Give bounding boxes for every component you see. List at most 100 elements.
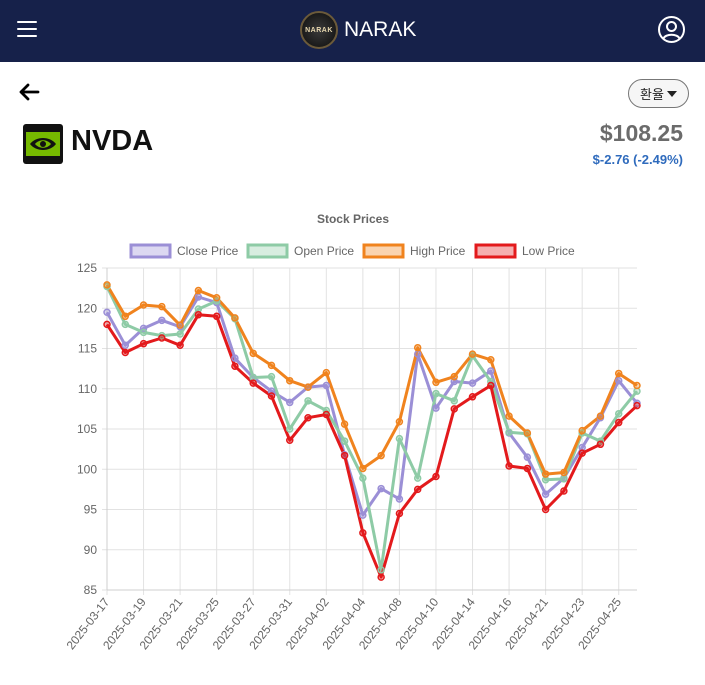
data-point[interactable]: [322, 410, 331, 419]
data-point[interactable]: [560, 487, 568, 495]
data-point[interactable]: [121, 320, 130, 329]
data-point[interactable]: [432, 472, 440, 481]
data-point[interactable]: [176, 321, 184, 329]
data-point[interactable]: [359, 511, 367, 519]
data-point[interactable]: [139, 328, 148, 337]
data-point[interactable]: [487, 367, 495, 375]
data-point[interactable]: [487, 356, 495, 364]
data-point[interactable]: [541, 505, 550, 514]
data-point[interactable]: [267, 372, 276, 381]
data-point[interactable]: [395, 509, 404, 518]
legend-swatch[interactable]: [246, 243, 289, 259]
legend-swatch[interactable]: [362, 243, 405, 259]
data-point[interactable]: [450, 397, 458, 405]
data-point[interactable]: [286, 398, 294, 407]
data-point[interactable]: [231, 354, 239, 362]
data-point[interactable]: [614, 418, 623, 427]
data-point[interactable]: [304, 397, 312, 405]
data-point[interactable]: [523, 464, 532, 473]
data-point[interactable]: [560, 468, 568, 477]
data-point[interactable]: [614, 409, 623, 418]
data-point[interactable]: [450, 405, 458, 413]
data-point[interactable]: [158, 302, 166, 311]
data-point[interactable]: [194, 310, 203, 319]
data-point[interactable]: [377, 573, 385, 581]
legend-label[interactable]: Low Price: [522, 244, 575, 258]
data-point[interactable]: [103, 320, 111, 329]
data-point[interactable]: [340, 451, 349, 460]
data-point[interactable]: [505, 462, 513, 470]
data-point[interactable]: [633, 381, 641, 390]
data-point[interactable]: [541, 490, 550, 498]
data-point[interactable]: [395, 495, 404, 503]
data-point[interactable]: [304, 413, 312, 422]
data-point[interactable]: [139, 301, 148, 309]
data-point[interactable]: [395, 434, 404, 443]
data-point[interactable]: [231, 314, 239, 322]
data-point[interactable]: [614, 369, 623, 378]
data-point[interactable]: [505, 412, 513, 420]
legend-swatch[interactable]: [474, 243, 517, 259]
data-point[interactable]: [121, 312, 130, 321]
data-point[interactable]: [286, 436, 294, 445]
data-point[interactable]: [505, 428, 513, 436]
data-point[interactable]: [432, 389, 440, 398]
data-point[interactable]: [121, 348, 130, 357]
data-point[interactable]: [286, 425, 294, 433]
data-point[interactable]: [322, 381, 331, 390]
data-point[interactable]: [121, 341, 130, 350]
data-point[interactable]: [359, 464, 367, 473]
data-point[interactable]: [468, 393, 477, 401]
user-circle-icon[interactable]: [657, 15, 686, 44]
data-point[interactable]: [176, 341, 184, 350]
data-point[interactable]: [322, 368, 331, 377]
data-point[interactable]: [194, 286, 203, 295]
legend-swatch[interactable]: [129, 243, 172, 259]
data-point[interactable]: [212, 312, 221, 321]
arrow-left-icon[interactable]: [17, 80, 41, 104]
data-point[interactable]: [596, 412, 605, 420]
data-point[interactable]: [249, 379, 257, 387]
data-point[interactable]: [523, 429, 532, 437]
data-point[interactable]: [359, 474, 367, 482]
data-point[interactable]: [578, 426, 586, 435]
data-point[interactable]: [450, 372, 458, 381]
data-point[interactable]: [176, 330, 184, 338]
data-point[interactable]: [377, 566, 385, 574]
data-point[interactable]: [267, 392, 276, 400]
data-point[interactable]: [340, 437, 349, 445]
data-point[interactable]: [267, 361, 276, 370]
data-point[interactable]: [249, 349, 257, 358]
data-point[interactable]: [523, 453, 532, 461]
data-point[interactable]: [231, 362, 239, 370]
data-point[interactable]: [633, 401, 641, 410]
data-point[interactable]: [377, 484, 385, 493]
data-point[interactable]: [139, 339, 148, 348]
legend-label[interactable]: Open Price: [294, 244, 354, 258]
data-point[interactable]: [359, 529, 367, 537]
data-point[interactable]: [614, 376, 623, 385]
hamburger-menu-icon[interactable]: [17, 21, 37, 39]
data-point[interactable]: [158, 316, 166, 325]
data-point[interactable]: [286, 376, 294, 385]
legend-label[interactable]: High Price: [410, 244, 466, 258]
data-point[interactable]: [596, 440, 605, 449]
data-point[interactable]: [377, 451, 385, 460]
data-point[interactable]: [560, 475, 568, 483]
data-point[interactable]: [103, 308, 111, 317]
data-point[interactable]: [103, 281, 111, 289]
data-point[interactable]: [340, 420, 349, 428]
data-point[interactable]: [432, 404, 440, 412]
data-point[interactable]: [468, 379, 477, 387]
data-point[interactable]: [487, 381, 495, 390]
currency-dropdown-button[interactable]: 환율: [628, 79, 689, 108]
data-point[interactable]: [541, 470, 550, 478]
brand[interactable]: NARAK NARAK: [300, 10, 416, 50]
data-point[interactable]: [158, 334, 166, 342]
data-point[interactable]: [395, 418, 404, 426]
data-point[interactable]: [413, 474, 422, 482]
data-point[interactable]: [413, 485, 422, 494]
data-point[interactable]: [413, 350, 422, 358]
data-point[interactable]: [194, 293, 203, 301]
data-point[interactable]: [413, 343, 422, 352]
